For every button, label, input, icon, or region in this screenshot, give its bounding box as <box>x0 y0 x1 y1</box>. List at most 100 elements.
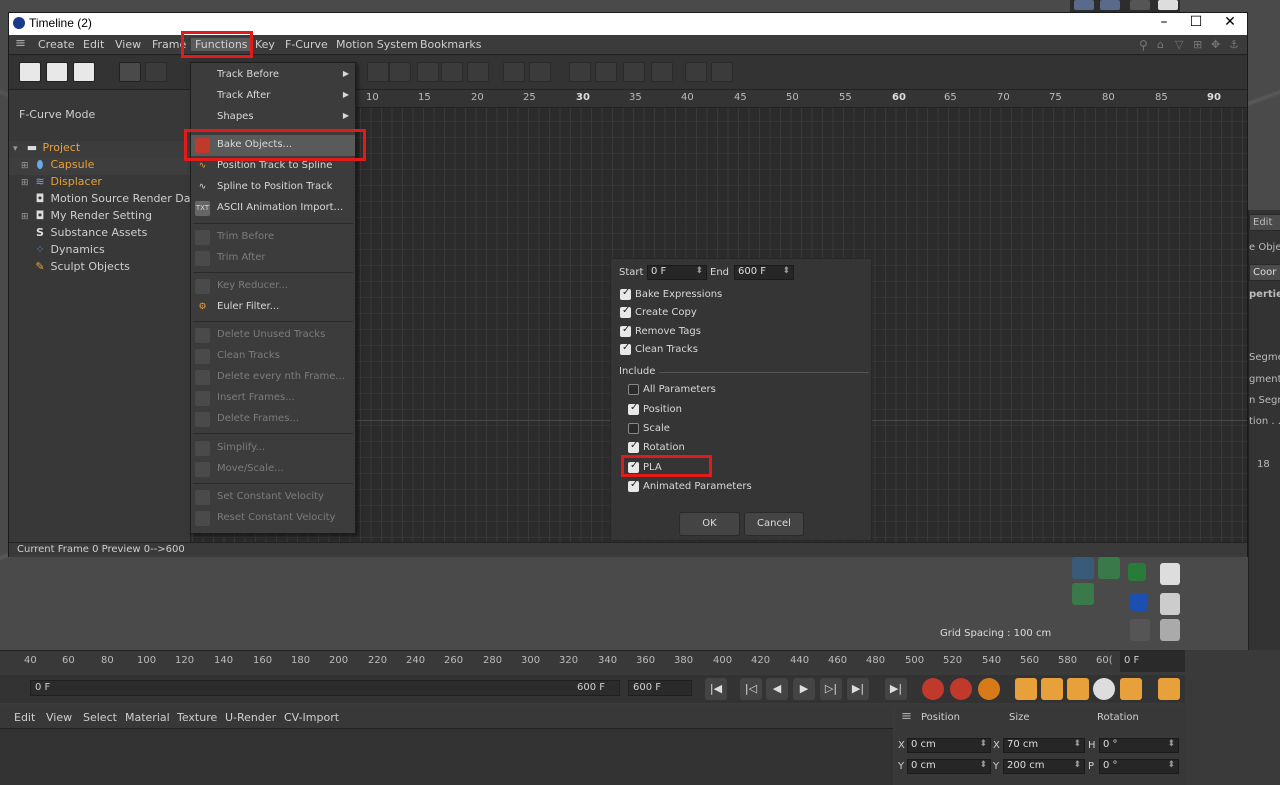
menu-item-insert-frames[interactable]: Insert Frames... <box>191 388 355 409</box>
menu-item-shapes[interactable]: Shapes ▶ <box>191 107 355 128</box>
goto-end-icon[interactable]: ▶| <box>885 678 907 700</box>
tree-item-capsule[interactable]: ⊞ ⬮ Capsule <box>9 158 191 175</box>
home-icon[interactable]: ⌂ <box>1157 38 1164 51</box>
ease-out-icon[interactable] <box>467 62 489 82</box>
linear-icon[interactable] <box>417 62 439 82</box>
cancel-button[interactable]: Cancel <box>744 512 804 536</box>
menu-item-track-after[interactable]: Track After ▶ <box>191 86 355 107</box>
menu-item-spline-to-position-track[interactable]: ∿ Spline to Position Track <box>191 177 355 198</box>
spline-icon[interactable] <box>441 62 463 82</box>
zero-angle-icon[interactable] <box>685 62 707 82</box>
rotate-icon[interactable] <box>1130 619 1150 641</box>
menu-item-ascii-import[interactable]: TXT ASCII Animation Import... <box>191 198 355 219</box>
spinner-icon[interactable]: ⬍ <box>782 266 790 276</box>
fcurve-frame-icon[interactable] <box>119 62 141 82</box>
scale-checkbox[interactable] <box>628 423 639 434</box>
menu-item-key-reducer[interactable]: Key Reducer... <box>191 276 355 297</box>
spinner-icon[interactable]: ⬍ <box>1167 760 1175 770</box>
blue-counter-icon[interactable] <box>1130 593 1148 611</box>
tree-item-displacer[interactable]: ⊞ ≋ Displacer <box>9 175 191 192</box>
menu-view[interactable]: View <box>46 711 72 724</box>
spinner-icon[interactable]: ⬍ <box>1167 739 1175 749</box>
scale-key-icon[interactable] <box>1041 678 1063 700</box>
cluster-icon[interactable] <box>1072 583 1094 605</box>
keyframe-selection-icon[interactable] <box>978 678 1000 700</box>
menu-item-trim-after[interactable]: Trim After <box>191 248 355 269</box>
material-area[interactable] <box>0 729 893 785</box>
curve-icon[interactable] <box>389 62 411 82</box>
end-frame-field[interactable]: 600 F <box>628 680 692 696</box>
size-y-field[interactable]: 200 cm ⬍ <box>1003 759 1085 774</box>
search-icon[interactable]: ⚲ <box>1139 38 1148 52</box>
next-key-icon[interactable]: ▶| <box>847 678 869 700</box>
remove-tags-checkbox[interactable] <box>620 324 631 337</box>
hamburger-icon[interactable]: ≡ <box>15 36 26 51</box>
cube-gear-icon[interactable] <box>1160 593 1180 615</box>
record-icon[interactable] <box>922 678 944 700</box>
hamburger-icon[interactable]: ≡ <box>901 709 912 724</box>
rotation-h-field[interactable]: 0 ° ⬍ <box>1099 738 1179 753</box>
filter-icon[interactable]: ▽ <box>1175 38 1183 51</box>
tree-item-render-setting[interactable]: ⊞ ◘ My Render Setting <box>9 209 191 226</box>
position-x-field[interactable]: 0 cm ⬍ <box>907 738 991 753</box>
preview-range-slider[interactable]: 0 F 600 F <box>30 680 620 696</box>
menu-create[interactable]: Create <box>38 38 75 51</box>
menu-motion-system[interactable]: Motion System <box>336 38 418 51</box>
atoms-icon[interactable] <box>1098 557 1120 579</box>
fcurve-frame-selected-icon[interactable] <box>145 62 167 82</box>
tree-item-project[interactable]: ▾ ▬ Project <box>9 141 191 158</box>
pla-key-icon[interactable] <box>1120 678 1142 700</box>
counter-icon[interactable] <box>1128 563 1146 581</box>
menu-item-reset-constant-velocity[interactable]: Reset Constant Velocity <box>191 508 355 529</box>
film-icon[interactable] <box>1158 678 1180 700</box>
tree-item-substance[interactable]: S Substance Assets <box>9 226 191 243</box>
end-field[interactable]: 600 F ⬍ <box>734 265 794 280</box>
doc-icon[interactable] <box>1160 563 1180 585</box>
spinner-icon[interactable]: ⬍ <box>1073 739 1081 749</box>
menu-item-clean-tracks[interactable]: Clean Tracks <box>191 346 355 367</box>
view-icon[interactable] <box>1074 0 1094 10</box>
zero-length-icon[interactable] <box>711 62 733 82</box>
coord-tab[interactable]: Coor <box>1249 264 1280 281</box>
collapse-icon[interactable]: ▾ <box>13 144 25 154</box>
menu-edit[interactable]: Edit <box>83 38 104 51</box>
lock-value-icon[interactable] <box>595 62 617 82</box>
goto-start-icon[interactable]: |◀ <box>705 678 727 700</box>
play-icon[interactable]: ▶ <box>793 678 815 700</box>
create-copy-checkbox[interactable] <box>620 305 631 318</box>
lock-tangent-icon[interactable] <box>623 62 645 82</box>
menu-item-delete-unused-tracks[interactable]: Delete Unused Tracks <box>191 325 355 346</box>
layout-icon[interactable] <box>1158 0 1178 10</box>
rotation-checkbox[interactable] <box>628 440 639 453</box>
expand-icon[interactable]: ⊞ <box>21 178 33 188</box>
fcurve-mode-icon[interactable] <box>46 62 68 82</box>
segments-value[interactable]: 18 <box>1257 459 1280 470</box>
minimize-button[interactable]: – <box>1147 14 1181 34</box>
tool-icon[interactable] <box>1130 0 1150 10</box>
rotate-key-icon[interactable] <box>1067 678 1089 700</box>
tangent-icon[interactable] <box>503 62 525 82</box>
cube-icon[interactable] <box>1100 0 1120 10</box>
bake-expressions-checkbox[interactable] <box>620 287 631 300</box>
menu-item-trim-before[interactable]: Trim Before <box>191 227 355 248</box>
prev-key-icon[interactable]: |◁ <box>740 678 762 700</box>
menu-material[interactable]: Material <box>125 711 170 724</box>
menu-key[interactable]: Key <box>255 38 275 51</box>
menu-texture[interactable]: Texture <box>177 711 217 724</box>
menu-item-euler-filter[interactable]: ⚙ Euler Filter... <box>191 297 355 318</box>
current-frame-field[interactable]: 0 F <box>1120 650 1185 672</box>
all-parameters-checkbox[interactable] <box>628 384 639 395</box>
ease-icon[interactable] <box>367 62 389 82</box>
menu-item-set-constant-velocity[interactable]: Set Constant Velocity <box>191 487 355 508</box>
menu-item-track-before[interactable]: Track Before ▶ <box>191 65 355 86</box>
new-view-icon[interactable]: ⊞ <box>1193 38 1202 51</box>
spinner-icon[interactable]: ⬍ <box>979 739 987 749</box>
size-x-field[interactable]: 70 cm ⬍ <box>1003 738 1085 753</box>
position-checkbox[interactable] <box>628 402 639 415</box>
menu-u-render[interactable]: U-Render <box>225 711 276 724</box>
expand-icon[interactable]: ⊞ <box>21 161 33 171</box>
maximize-button[interactable]: ☐ <box>1179 14 1213 34</box>
menu-item-simplify[interactable]: Simplify... <box>191 438 355 459</box>
bottom-timeline-ruler[interactable]: 40 60 80 100 120 140 160 180 200 220 240… <box>0 650 1120 672</box>
spinner-icon[interactable]: ⬍ <box>1073 760 1081 770</box>
